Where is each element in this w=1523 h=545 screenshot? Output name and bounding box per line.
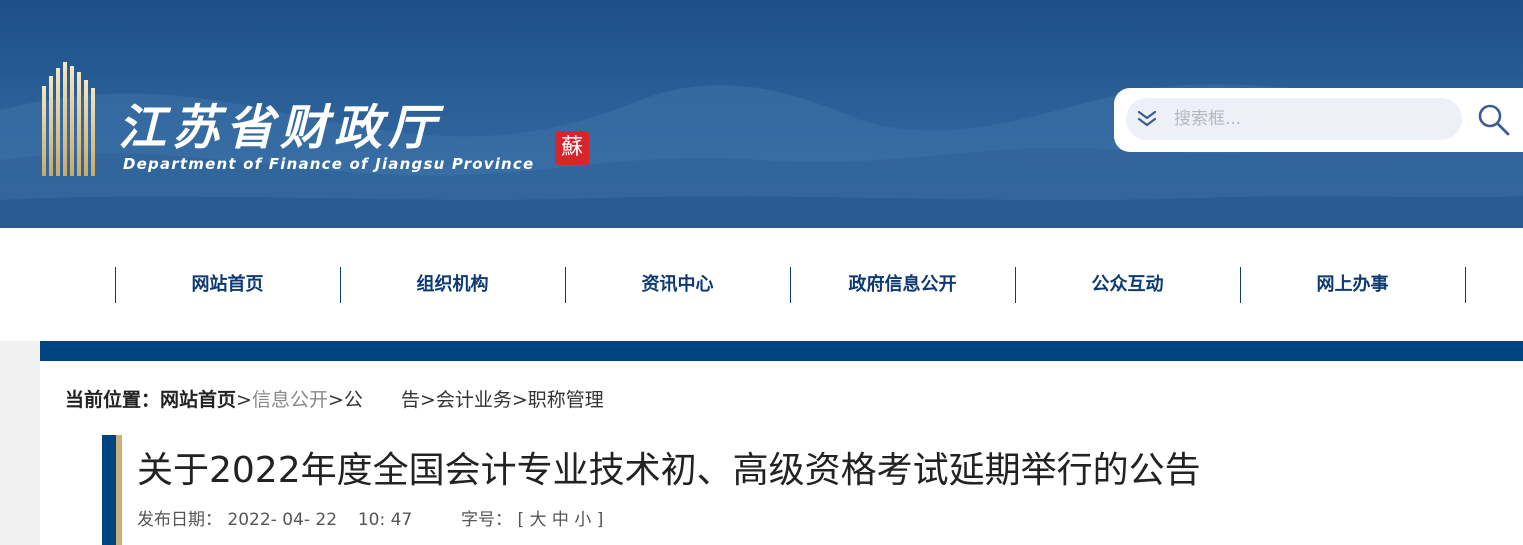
breadcrumb-separator: > (419, 389, 436, 411)
title-accent-bar (102, 435, 122, 545)
header-banner: 江苏省财政厅 Department of Finance of Jiangsu … (0, 0, 1523, 228)
site-title-cn: 江苏省财政厅 (118, 100, 443, 156)
bracket-close: ] (596, 510, 604, 530)
search-box (1126, 98, 1462, 140)
font-size-small[interactable]: 小 (574, 510, 591, 530)
breadcrumb-separator: > (327, 389, 344, 411)
breadcrumb-prefix: 当前位置： (65, 389, 161, 411)
breadcrumb-announcement[interactable]: 公 告 (344, 389, 420, 411)
nav-item-organization[interactable]: 组织机构 (340, 267, 565, 303)
search-icon[interactable] (1476, 102, 1512, 138)
breadcrumb-separator: > (236, 389, 252, 411)
content-area: 当前位置：网站首页>信息公开>公 告>会计业务>职称管理 关于2022年度全国会… (40, 341, 1523, 545)
nav-item-news[interactable]: 资讯中心 (565, 267, 790, 303)
publish-time: 10: 47 (357, 510, 413, 530)
nav-item-interaction[interactable]: 公众互动 (1015, 267, 1240, 303)
seal-stamp: 蘇 (555, 131, 589, 165)
breadcrumb-info-public[interactable]: 信息公开 (252, 389, 328, 411)
building-logo-icon (42, 62, 95, 176)
bracket-open: [ (517, 510, 525, 530)
font-size-large[interactable]: 大 (530, 510, 547, 530)
nav-item-online-service[interactable]: 网上办事 (1240, 267, 1465, 303)
search-input[interactable] (1174, 103, 1444, 135)
breadcrumb-accounting[interactable]: 会计业务 (436, 389, 512, 411)
publish-date-label: 发布日期： (137, 510, 222, 530)
article-title: 关于2022年度全国会计专业技术初、高级资格考试延期举行的公告 (137, 450, 1201, 491)
search-panel (1114, 88, 1523, 152)
breadcrumb-title-management[interactable]: 职称管理 (528, 389, 604, 411)
breadcrumb: 当前位置：网站首页>信息公开>公 告>会计业务>职称管理 (65, 385, 604, 412)
chevron-down-icon[interactable] (1136, 108, 1158, 130)
nav-item-gov-info[interactable]: 政府信息公开 (790, 267, 1015, 303)
publish-date: 2022- 04- 22 (227, 510, 338, 530)
breadcrumb-home[interactable]: 网站首页 (160, 389, 236, 411)
font-size-medium[interactable]: 中 (552, 510, 569, 530)
content-top-bar (40, 341, 1523, 361)
nav-separator (1465, 267, 1466, 303)
main-nav: 网站首页 组织机构 资讯中心 政府信息公开 公众互动 网上办事 (0, 228, 1523, 341)
font-size-label: 字号： (461, 510, 513, 530)
breadcrumb-separator: > (511, 389, 528, 411)
nav-item-home[interactable]: 网站首页 (115, 267, 340, 303)
article-meta: 发布日期： 2022- 04- 22 10: 47 字号： [ 大 中 小 ] (137, 505, 603, 530)
site-title-en: Department of Finance of Jiangsu Provinc… (123, 155, 535, 173)
